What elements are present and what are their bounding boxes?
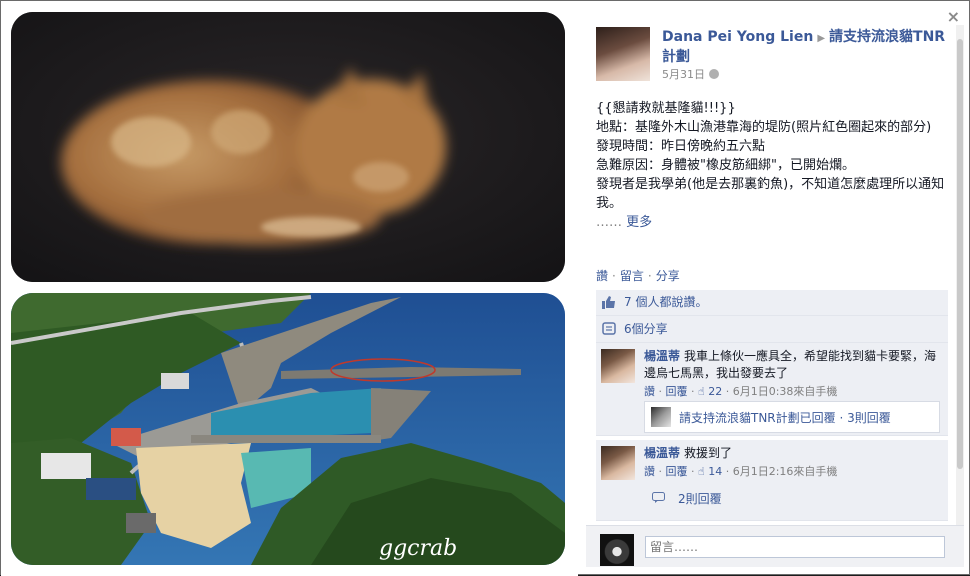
cat-photo-image bbox=[11, 12, 565, 282]
author-name[interactable]: Dana Pei Yong Lien bbox=[662, 29, 813, 45]
viewer-avatar bbox=[600, 534, 634, 566]
comment-like-button[interactable]: 讚 bbox=[644, 465, 655, 478]
close-icon[interactable]: × bbox=[947, 7, 960, 26]
comment-like-count[interactable]: 22 bbox=[708, 385, 722, 398]
commenter-name[interactable]: 楊溫蒂 bbox=[644, 446, 680, 460]
comment-text: 救援到了 bbox=[684, 446, 733, 460]
post-actions: 讚 · 留言 · 分享 bbox=[596, 269, 680, 283]
feedback-area: 7 個人都說讚。 6個分享 楊溫蒂 我車上條伙一應具全，希望能找到貓卡要緊，海邊烏… bbox=[596, 290, 948, 521]
scrollbar[interactable] bbox=[956, 25, 964, 540]
reply-thread-box[interactable]: 請支持流浪貓TNR計劃已回覆 · 3則回覆 bbox=[644, 401, 940, 433]
thumbs-up-icon: ☝ bbox=[698, 465, 705, 478]
comment-item: 楊溫蒂 我車上條伙一應具全，希望能找到貓卡要緊，海邊烏七馬黑，我出發要去了 讚 ·… bbox=[596, 343, 948, 436]
commenter-name[interactable]: 楊溫蒂 bbox=[644, 349, 680, 363]
photo-area: ggcrab bbox=[1, 1, 578, 576]
post-body: {{懇請救就基隆貓!!!}} 地點：基隆外木山漁港靠海的堤防(照片紅色圈起來的部… bbox=[596, 99, 951, 232]
post-header: Dana Pei Yong Lien ▶ 請支持流浪貓TNR計劃 bbox=[662, 28, 952, 66]
author-avatar[interactable] bbox=[596, 27, 650, 81]
harbor-photo[interactable]: ggcrab bbox=[11, 293, 565, 565]
globe-icon[interactable] bbox=[709, 69, 719, 79]
page-avatar bbox=[651, 407, 671, 427]
post-line: 發現時間：昨日傍晚約五六點 bbox=[596, 139, 766, 154]
comment-reply-button[interactable]: 回覆 bbox=[666, 385, 688, 398]
comment-like-count[interactable]: 14 bbox=[708, 465, 722, 478]
arrow-right-icon: ▶ bbox=[817, 33, 826, 44]
see-more-link[interactable]: 更多 bbox=[626, 215, 652, 230]
like-button[interactable]: 讚 bbox=[596, 269, 608, 283]
commenter-avatar[interactable] bbox=[601, 349, 635, 383]
share-button[interactable]: 分享 bbox=[656, 269, 680, 283]
comment-input[interactable] bbox=[645, 536, 945, 558]
post-line: 地點：基隆外木山漁港靠海的堤防(照片紅色圈起來的部分) bbox=[596, 120, 932, 135]
cat-photo[interactable] bbox=[11, 12, 565, 282]
comment-meta: 讚 · 回覆 · ☝ 14 · 6月1日2:16來自手機 bbox=[644, 465, 838, 478]
reply-bubble-icon bbox=[652, 492, 665, 503]
comment-content: 楊溫蒂 救援到了 讚 · 回覆 · ☝ 14 · 6月1日2:16來自手機 bbox=[644, 445, 939, 480]
harbor-photo-image: ggcrab bbox=[11, 293, 565, 565]
post-date: 5月31日 bbox=[662, 66, 719, 82]
shares-text[interactable]: 6個分享 bbox=[624, 316, 668, 342]
post-line: {{懇請救就基隆貓!!!}} bbox=[596, 101, 736, 116]
comment-time[interactable]: 6月1日2:16來自手機 bbox=[733, 465, 838, 478]
likes-row[interactable]: 7 個人都說讚。 bbox=[596, 290, 948, 316]
thumbs-up-icon: ☝ bbox=[698, 385, 705, 398]
comment-time[interactable]: 6月1日0:38來自手機 bbox=[733, 385, 838, 398]
comment-button[interactable]: 留言 bbox=[620, 269, 644, 283]
comment-composer bbox=[586, 525, 964, 567]
comment-item: 楊溫蒂 救援到了 讚 · 回覆 · ☝ 14 · 6月1日2:16來自手機 2則回… bbox=[596, 440, 948, 521]
replies-link[interactable]: 2則回覆 bbox=[644, 484, 938, 512]
commenter-avatar[interactable] bbox=[601, 446, 635, 480]
post-date-text[interactable]: 5月31日 bbox=[662, 68, 705, 81]
shares-row[interactable]: 6個分享 bbox=[596, 316, 948, 343]
comment-meta: 讚 · 回覆 · ☝ 22 · 6月1日0:38來自手機 bbox=[644, 385, 838, 398]
photo-viewer: ggcrab × Dana Pei Yong Lien ▶ 請支持流浪貓TNR計劃 … bbox=[0, 0, 970, 576]
scroll-thumb[interactable] bbox=[957, 39, 963, 469]
comment-content: 楊溫蒂 我車上條伙一應具全，希望能找到貓卡要緊，海邊烏七馬黑，我出發要去了 讚 ·… bbox=[644, 348, 939, 400]
post-line: 發現者是我學弟(他是去那裏釣魚)，不知道怎麼處理所以通知我。 bbox=[596, 177, 945, 211]
post-panel: × Dana Pei Yong Lien ▶ 請支持流浪貓TNR計劃 5月31日 {… bbox=[586, 7, 964, 567]
thumbs-up-icon bbox=[602, 296, 615, 309]
watermark-text: ggcrab bbox=[379, 536, 457, 561]
post-line: 急難原因：身體被"橡皮筋細綁"，已開始爛。 bbox=[596, 158, 855, 173]
replies-count[interactable]: 2則回覆 bbox=[678, 490, 722, 507]
comment-reply-button[interactable]: 回覆 bbox=[666, 465, 688, 478]
likes-text[interactable]: 7 個人都說讚。 bbox=[624, 290, 707, 315]
reply-thread-label[interactable]: 請支持流浪貓TNR計劃已回覆 · 3則回覆 bbox=[679, 409, 891, 426]
ellipsis: …… bbox=[596, 215, 622, 230]
share-icon bbox=[602, 322, 616, 335]
comment-text: 我車上條伙一應具全，希望能找到貓卡要緊，海邊烏七馬黑，我出發要去了 bbox=[644, 349, 937, 380]
comment-like-button[interactable]: 讚 bbox=[644, 385, 655, 398]
